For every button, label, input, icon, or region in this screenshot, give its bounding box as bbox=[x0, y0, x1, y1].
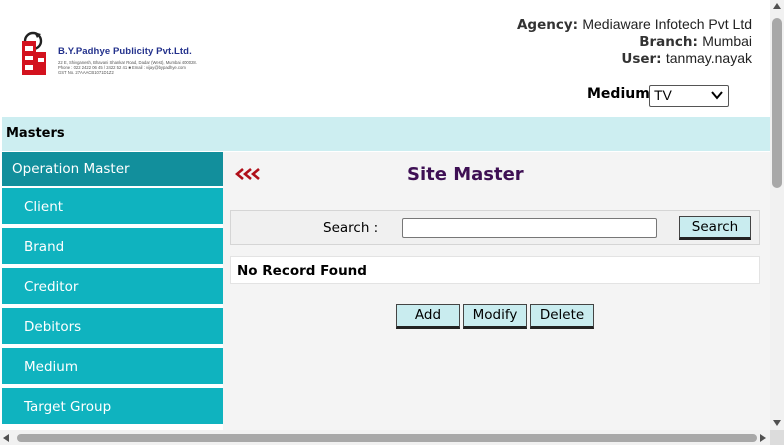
result-message: No Record Found bbox=[230, 256, 760, 284]
no-record-text: No Record Found bbox=[237, 263, 367, 279]
delete-button[interactable]: Delete bbox=[530, 304, 594, 329]
sidebar-item-debitors[interactable]: Debitors bbox=[2, 306, 223, 344]
scroll-up-arrow-icon[interactable] bbox=[773, 3, 781, 9]
search-input[interactable] bbox=[402, 218, 657, 238]
logo-title: B.Y.Padhye Publicity Pvt.Ltd. bbox=[58, 46, 192, 57]
search-row: Search : Search bbox=[230, 210, 760, 245]
sidebar-item-medium[interactable]: Medium bbox=[2, 346, 223, 384]
user-value: tanmay.nayak bbox=[665, 50, 752, 66]
scrollbar-corner bbox=[770, 430, 784, 445]
sidebar-item-target-group[interactable]: Target Group bbox=[2, 386, 223, 424]
scroll-left-arrow-icon[interactable] bbox=[3, 434, 9, 442]
user-label: User: bbox=[621, 51, 662, 67]
sidebar-header-operation-master[interactable]: Operation Master bbox=[2, 152, 223, 186]
vertical-scrollbar[interactable] bbox=[770, 0, 784, 430]
medium-label: Medium bbox=[587, 86, 650, 102]
main-panel: Site Master Search : Search No Record Fo… bbox=[223, 152, 770, 430]
header: B.Y.Padhye Publicity Pvt.Ltd. 22 E, Shiv… bbox=[0, 0, 770, 117]
logo-gst-line: GST No. 27AAACB1071D1Z2 bbox=[58, 70, 114, 75]
medium-select[interactable]: TV bbox=[649, 85, 729, 107]
horizontal-scroll-thumb[interactable] bbox=[17, 434, 757, 442]
branch-label: Branch: bbox=[639, 34, 698, 50]
branch-value: Mumbai bbox=[702, 33, 752, 49]
agency-value: Mediaware Infotech Pvt Ltd bbox=[582, 16, 752, 32]
search-label: Search : bbox=[323, 220, 379, 236]
logo-mark-icon bbox=[22, 31, 46, 75]
scroll-right-arrow-icon[interactable] bbox=[760, 434, 766, 442]
sidebar: Operation Master Client Brand Creditor D… bbox=[2, 152, 223, 430]
agency-label: Agency: bbox=[516, 17, 579, 33]
sidebar-item-brand[interactable]: Brand bbox=[2, 226, 223, 264]
masters-bar: Masters bbox=[2, 117, 770, 151]
vertical-scroll-thumb[interactable] bbox=[772, 18, 782, 188]
horizontal-scrollbar[interactable] bbox=[0, 430, 770, 445]
medium-select-value: TV bbox=[654, 87, 672, 103]
sidebar-item-client[interactable]: Client bbox=[2, 186, 223, 224]
masters-label[interactable]: Masters bbox=[6, 126, 65, 141]
add-button[interactable]: Add bbox=[396, 304, 460, 329]
page: B.Y.Padhye Publicity Pvt.Ltd. 22 E, Shiv… bbox=[0, 0, 770, 430]
modify-button[interactable]: Modify bbox=[463, 304, 527, 329]
search-button[interactable]: Search bbox=[679, 216, 751, 240]
chevron-down-icon bbox=[711, 91, 723, 100]
triple-chevron-left-icon[interactable] bbox=[235, 167, 265, 181]
company-logo: B.Y.Padhye Publicity Pvt.Ltd. 22 E, Shiv… bbox=[20, 30, 220, 80]
account-info: Agency: Mediaware Infotech Pvt Ltd Branc… bbox=[517, 16, 752, 67]
scroll-down-arrow-icon[interactable] bbox=[773, 420, 781, 426]
page-title: Site Master bbox=[407, 164, 524, 185]
sidebar-item-creditor[interactable]: Creditor bbox=[2, 266, 223, 304]
